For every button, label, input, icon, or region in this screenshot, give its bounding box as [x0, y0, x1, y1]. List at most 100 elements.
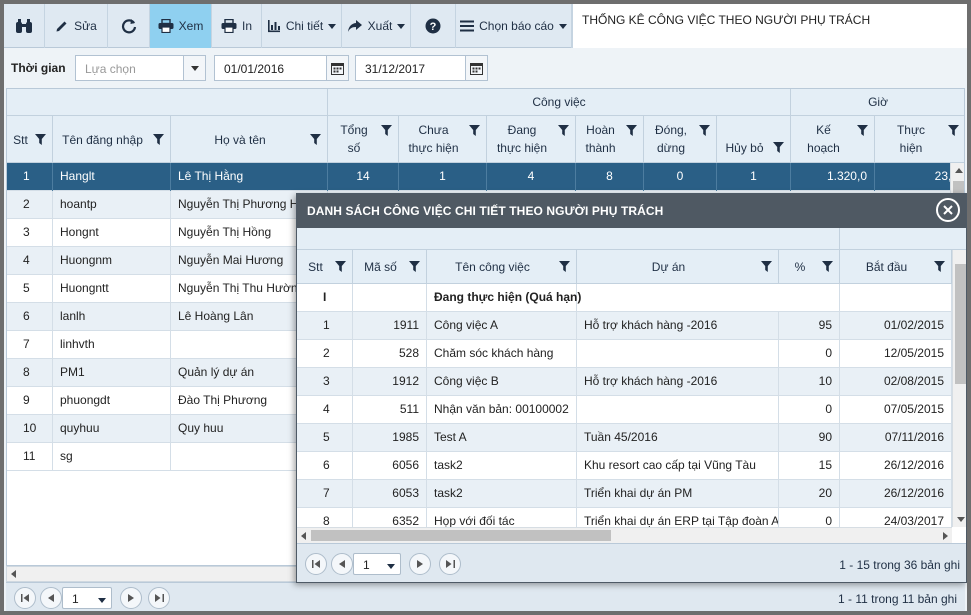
column-header-start[interactable]: Bắt đầu	[840, 250, 952, 284]
column-header-stt[interactable]: Stt	[297, 250, 353, 284]
filter-icon[interactable]	[558, 125, 569, 136]
column-header-fullname[interactable]: Họ và tên	[171, 116, 328, 163]
refresh-button[interactable]	[108, 4, 150, 48]
filter-icon[interactable]	[822, 261, 833, 272]
column-header-percent[interactable]: %	[779, 250, 840, 284]
task-detail-grid: Stt Mã số Tên công việc Dự án % Bắt đầu …	[297, 228, 966, 528]
view-button[interactable]: Xem	[150, 4, 212, 48]
column-header-plan[interactable]: Kế hoạch	[791, 116, 875, 163]
filter-icon[interactable]	[699, 125, 710, 136]
next-page-button[interactable]	[120, 587, 142, 609]
prev-page-button[interactable]	[40, 587, 62, 609]
dialog-vertical-scrollbar[interactable]	[952, 250, 966, 527]
last-page-button[interactable]	[439, 553, 461, 575]
period-select[interactable]: Lựa chọn	[75, 55, 206, 81]
page-number-select[interactable]: 1	[62, 587, 112, 609]
cell-username: Huongnm	[53, 247, 171, 275]
percent-header-label: %	[794, 260, 806, 274]
scroll-thumb[interactable]	[311, 530, 611, 541]
column-header-not-done[interactable]: Chưa thực hiện	[399, 116, 487, 163]
filter-icon[interactable]	[469, 125, 480, 136]
filter-icon[interactable]	[381, 125, 392, 136]
cell-done: 8	[576, 163, 644, 191]
chevron-down-icon[interactable]	[183, 56, 205, 80]
chevron-down-icon	[328, 23, 337, 29]
help-button[interactable]: ?	[411, 4, 456, 48]
column-header-code[interactable]: Mã số	[353, 250, 427, 284]
column-header-cancelled[interactable]: Hủy bỏ	[717, 116, 791, 163]
start-header-label: Bắt đầu	[865, 260, 908, 274]
task-detail-dialog: DANH SÁCH CÔNG VIỆC CHI TIẾT THEO NGƯỜI …	[296, 193, 967, 583]
calendar-icon[interactable]	[326, 56, 348, 80]
scroll-up-icon[interactable]	[955, 168, 963, 173]
chevron-down-icon	[387, 564, 395, 569]
dialog-horizontal-scrollbar[interactable]	[297, 527, 952, 543]
next-page-button[interactable]	[409, 553, 431, 575]
cell-code	[353, 284, 427, 312]
total-header-label-1: Tổng	[340, 123, 368, 137]
filter-icon[interactable]	[948, 125, 959, 136]
column-header-project[interactable]: Dự án	[577, 250, 779, 284]
report-select-dropdown[interactable]: Chọn báo cáo	[456, 4, 572, 48]
share-arrow-icon	[347, 20, 362, 32]
last-page-button[interactable]	[148, 587, 170, 609]
column-header-actual[interactable]: Thực hiện	[875, 116, 964, 163]
scroll-left-icon[interactable]	[11, 570, 16, 578]
grid-pager: 1 1 - 11 trong 11 bản ghi	[6, 582, 965, 611]
task-row[interactable]: 8 6352 Họp với đối tác Triển khai dự án ERP…	[297, 508, 966, 528]
task-row[interactable]: 6 6056 task2 Khu resort cao cấp tại Vũng Tà…	[297, 452, 966, 480]
column-header-done[interactable]: Hoàn thành	[576, 116, 644, 163]
filter-icon[interactable]	[761, 261, 772, 272]
print-button[interactable]: In	[212, 4, 262, 48]
task-row[interactable]: 1 1911 Công việc A Hỗ trợ khách hàng -2016 9…	[297, 312, 966, 340]
first-page-button[interactable]	[305, 553, 327, 575]
filter-icon[interactable]	[153, 134, 164, 145]
edit-button[interactable]: Sửa	[45, 4, 108, 48]
done-header-label-1: Hoàn	[586, 123, 615, 137]
filter-icon[interactable]	[335, 261, 346, 272]
filter-icon[interactable]	[773, 142, 784, 153]
filter-icon[interactable]	[409, 261, 420, 272]
filter-icon[interactable]	[310, 134, 321, 145]
table-row-selected[interactable]: 1 Hanglt Lê Thị Hằng 14 1 4 8 0 1 1.320,…	[7, 163, 964, 191]
cell-stt: 8	[297, 508, 353, 528]
export-dropdown[interactable]: Xuất	[342, 4, 411, 48]
column-header-task-name[interactable]: Tên công việc	[427, 250, 577, 284]
column-header-stt[interactable]: Stt	[7, 116, 53, 163]
close-button[interactable]	[936, 198, 960, 222]
column-header-total[interactable]: Tổng số	[328, 116, 399, 163]
detail-dropdown[interactable]: Chi tiết	[262, 4, 342, 48]
task-row[interactable]: 5 1985 Test A Tuần 45/2016 90 07/11/2016	[297, 424, 966, 452]
refresh-icon	[121, 19, 136, 34]
task-row[interactable]: 2 528 Chăm sóc khách hàng 0 12/05/2015	[297, 340, 966, 368]
from-date-field[interactable]: 01/01/2016	[214, 55, 349, 81]
cell-stt: 1	[7, 163, 53, 191]
filter-icon[interactable]	[35, 134, 46, 145]
time-label: Thời gian	[11, 61, 66, 75]
column-header-closed[interactable]: Đóng, dừng	[644, 116, 717, 163]
search-button[interactable]	[4, 4, 45, 48]
cell-start: 07/11/2016	[840, 424, 952, 452]
scroll-thumb[interactable]	[955, 264, 966, 384]
task-row[interactable]: 7 6053 task2 Triển khai dự án PM 20 26/12/201…	[297, 480, 966, 508]
page-number-select[interactable]: 1	[353, 553, 401, 575]
column-header-doing[interactable]: Đang thực hiện	[487, 116, 576, 163]
filter-icon[interactable]	[626, 125, 637, 136]
filter-icon[interactable]	[857, 125, 868, 136]
column-header-username[interactable]: Tên đăng nhập	[53, 116, 171, 163]
filter-icon[interactable]	[559, 261, 570, 272]
task-row[interactable]: 4 511 Nhận văn bản: 00100002 0 07/05/2015	[297, 396, 966, 424]
cell-username: hoantp	[53, 191, 171, 219]
calendar-icon[interactable]	[465, 56, 487, 80]
filter-icon[interactable]	[934, 261, 945, 272]
scroll-left-icon[interactable]	[301, 532, 306, 540]
header-group-hours: Giờ	[791, 89, 964, 116]
svg-text:?: ?	[430, 21, 437, 33]
scroll-right-icon[interactable]	[943, 532, 948, 540]
scroll-down-icon[interactable]	[957, 517, 965, 522]
to-date-field[interactable]: 31/12/2017	[355, 55, 488, 81]
cell-stt: 4	[297, 396, 353, 424]
task-row[interactable]: 3 1912 Công việc B Hỗ trợ khách hàng -2016 1…	[297, 368, 966, 396]
first-page-button[interactable]	[14, 587, 36, 609]
prev-page-button[interactable]	[331, 553, 353, 575]
